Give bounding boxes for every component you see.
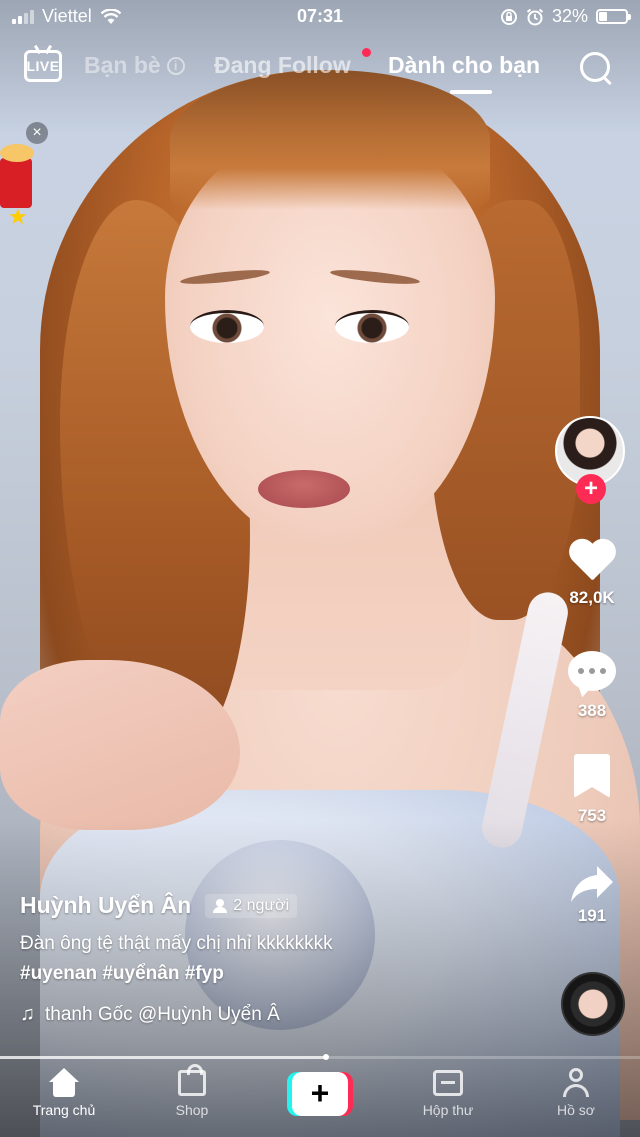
nav-shop[interactable]: Shop (137, 1064, 247, 1118)
shopping-bag-icon (178, 1064, 206, 1096)
search-icon[interactable] (578, 50, 614, 86)
bookmark-icon (574, 754, 610, 798)
creator-username[interactable]: Huỳnh Uyển Ân (20, 892, 191, 919)
status-right: 32% (500, 6, 631, 27)
video-progress-bar[interactable] (0, 1054, 640, 1060)
inbox-icon (433, 1070, 463, 1096)
info-icon[interactable]: i (166, 56, 185, 75)
following-notification-dot (362, 48, 371, 57)
gift-box-icon (0, 158, 32, 208)
progress-fill (0, 1056, 327, 1059)
save-count: 753 (577, 806, 607, 825)
nav-home[interactable]: Trang chủ (9, 1068, 119, 1118)
like-count: 82,0K (569, 588, 615, 607)
music-note-icon: ♫ (20, 1003, 35, 1025)
viewers-count: 2 người (233, 896, 290, 914)
battery-fill (599, 12, 608, 21)
nav-profile-label: Hồ sơ (557, 1102, 595, 1118)
rotation-lock-icon (500, 8, 517, 25)
comment-icon (568, 651, 616, 691)
video-description: Đàn ông tệ thật mấy chị nhỉ kkkkkkkk (20, 933, 333, 954)
person-icon (213, 898, 228, 913)
create-plus-icon: + (292, 1072, 348, 1116)
heart-icon (567, 540, 617, 586)
top-nav: LIVE Bạn bè i Đang Follow Dành cho bạn (0, 44, 640, 94)
gift-promo[interactable]: ★ × (0, 118, 50, 229)
tab-friends[interactable]: Bạn bè i (84, 52, 185, 79)
username-row: Huỳnh Uyển Ân 2 người (20, 892, 540, 919)
tab-friends-label: Bạn bè (84, 52, 161, 78)
close-icon[interactable]: × (26, 122, 48, 144)
active-tab-indicator (450, 90, 492, 94)
home-icon (47, 1068, 81, 1098)
like-button[interactable]: 82,0K (552, 540, 632, 608)
music-title: thanh Gốc @Huỳnh Uyển Â (45, 1003, 280, 1025)
status-bar: Viettel 07:31 32% (0, 0, 640, 34)
battery-icon (596, 9, 631, 24)
nav-inbox-label: Hộp thư (422, 1102, 474, 1118)
nav-profile[interactable]: Hồ sơ (521, 1068, 631, 1118)
nav-home-label: Trang chủ (32, 1102, 96, 1118)
music-row[interactable]: ♫ thanh Gốc @Huỳnh Uyển Â (20, 1003, 340, 1026)
alarm-icon (526, 8, 544, 25)
bottom-nav: Trang chủ Shop + Hộp thư Hồ sơ (0, 1062, 640, 1137)
star-icon: ★ (8, 204, 28, 229)
share-count: 191 (577, 906, 607, 925)
tab-for-you[interactable]: Dành cho bạn (388, 52, 540, 79)
comment-button[interactable]: 388 (552, 648, 632, 721)
gift-bow-icon (0, 144, 34, 162)
follow-plus-button[interactable]: + (576, 474, 606, 504)
create-button[interactable]: + (287, 1072, 353, 1116)
music-disc-icon[interactable] (561, 972, 625, 1036)
nav-shop-label: Shop (175, 1102, 209, 1118)
comment-count: 388 (577, 701, 607, 720)
profile-icon (561, 1068, 591, 1098)
save-button[interactable]: 753 (552, 754, 632, 826)
battery-percent: 32% (551, 6, 588, 26)
share-icon (569, 864, 615, 904)
hashtags[interactable]: #uyenan #uyểnân #fyp (20, 963, 540, 985)
viewers-badge: 2 người (205, 893, 298, 918)
live-button[interactable]: LIVE (24, 50, 62, 82)
share-button[interactable]: 191 (552, 864, 632, 926)
video-caption: Huỳnh Uyển Ân 2 người Đàn ông tệ thật mấ… (20, 892, 540, 1026)
nav-inbox[interactable]: Hộp thư (393, 1068, 503, 1118)
tab-following[interactable]: Đang Follow (214, 52, 351, 79)
